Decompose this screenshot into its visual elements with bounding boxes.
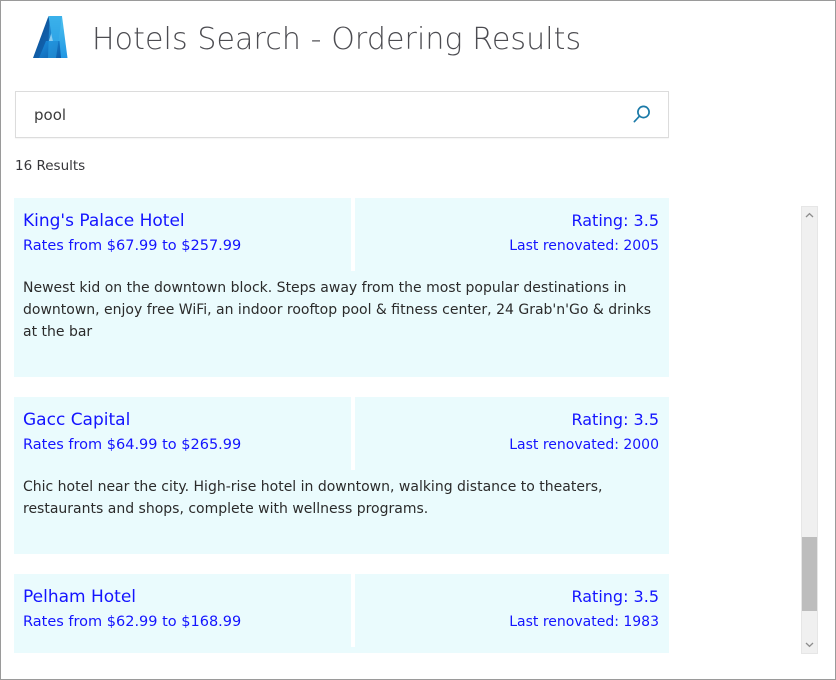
app-content: Hotels Search - Ordering Results 16 Resu… [1,1,791,679]
result-card-left: Gacc Capital Rates from $64.99 to $265.9… [14,397,351,470]
hotel-rating: Rating: 3.5 [355,584,659,610]
hotel-rates: Rates from $62.99 to $168.99 [23,610,351,635]
result-card[interactable]: King's Palace Hotel Rates from $67.99 to… [14,198,669,377]
result-card-header: King's Palace Hotel Rates from $67.99 to… [14,198,669,271]
hotel-description [14,647,669,653]
results-scrollbar[interactable] [801,206,818,654]
result-card-header: Pelham Hotel Rates from $62.99 to $168.9… [14,574,669,647]
results-count: 16 Results [15,158,791,174]
azure-logo-icon [21,11,79,69]
hotel-description: Newest kid on the downtown block. Steps … [14,271,669,377]
page-title: Hotels Search - Ordering Results [92,22,581,57]
search-input[interactable] [16,92,616,137]
hotel-rates: Rates from $64.99 to $265.99 [23,433,351,458]
app-header: Hotels Search - Ordering Results [1,1,791,69]
hotel-last-renovated: Last renovated: 1983 [355,610,659,635]
chevron-up-icon [805,212,814,219]
result-card-header: Gacc Capital Rates from $64.99 to $265.9… [14,397,669,470]
result-card[interactable]: Gacc Capital Rates from $64.99 to $265.9… [14,397,669,554]
result-card-right: Rating: 3.5 Last renovated: 1983 [355,574,669,647]
scrollbar-thumb[interactable] [802,537,817,611]
result-card[interactable]: Pelham Hotel Rates from $62.99 to $168.9… [14,574,669,653]
hotel-last-renovated: Last renovated: 2000 [355,433,659,458]
hotel-description: Chic hotel near the city. High-rise hote… [14,470,669,554]
results-list: King's Palace Hotel Rates from $67.99 to… [1,198,791,668]
search-icon [631,104,653,126]
hotel-name[interactable]: King's Palace Hotel [23,208,351,234]
scrollbar-down-button[interactable] [802,636,817,653]
hotel-name[interactable]: Gacc Capital [23,407,351,433]
hotel-last-renovated: Last renovated: 2005 [355,234,659,259]
app-window: Hotels Search - Ordering Results 16 Resu… [0,0,836,680]
hotel-rates: Rates from $67.99 to $257.99 [23,234,351,259]
hotel-rating: Rating: 3.5 [355,407,659,433]
result-card-right: Rating: 3.5 Last renovated: 2000 [355,397,669,470]
hotel-name[interactable]: Pelham Hotel [23,584,351,610]
search-box[interactable] [15,91,669,138]
hotel-rating: Rating: 3.5 [355,208,659,234]
results-area: King's Palace Hotel Rates from $67.99 to… [1,198,791,668]
scrollbar-up-button[interactable] [802,207,817,224]
search-button[interactable] [616,92,668,137]
result-card-right: Rating: 3.5 Last renovated: 2005 [355,198,669,271]
chevron-down-icon [805,641,814,648]
result-card-left: King's Palace Hotel Rates from $67.99 to… [14,198,351,271]
result-card-left: Pelham Hotel Rates from $62.99 to $168.9… [14,574,351,647]
